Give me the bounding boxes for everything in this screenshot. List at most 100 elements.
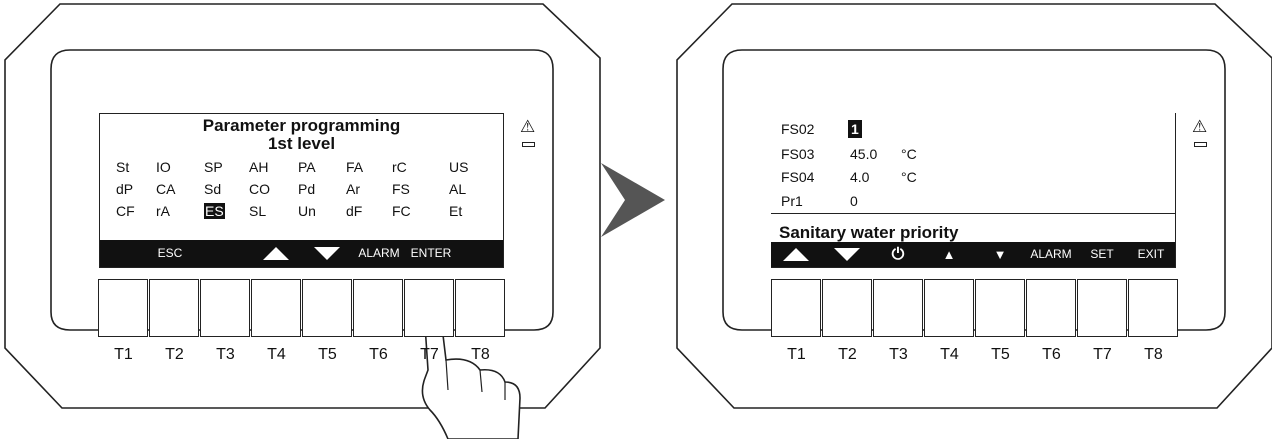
param-value-selected[interactable]: 1 xyxy=(848,120,862,138)
softkey-bar: ESC ALARM ENTER xyxy=(100,240,503,267)
param-PA[interactable]: PA xyxy=(298,158,338,176)
param-code: Pr1 xyxy=(781,193,803,209)
double-up-icon: ▲ xyxy=(942,247,956,262)
label-t7: T7 xyxy=(420,346,439,363)
softkey-up[interactable] xyxy=(771,242,821,269)
label-t7: T7 xyxy=(1093,346,1112,363)
parameter-description: Sanitary water priority xyxy=(779,223,959,242)
param-AH[interactable]: AH xyxy=(249,158,289,176)
label-t3: T3 xyxy=(216,346,235,363)
label-t8: T8 xyxy=(1144,346,1163,363)
param-CO[interactable]: CO xyxy=(249,180,289,198)
right-lcd-screen: FS02 1 FS03 45.0 °C FS04 4.0 °C Pr1 0 Sa… xyxy=(771,113,1176,268)
softkey-down[interactable] xyxy=(302,240,352,267)
label-t6: T6 xyxy=(1042,346,1061,363)
up-arrow-icon xyxy=(783,248,809,261)
button-t6[interactable] xyxy=(353,279,403,337)
softkey-power[interactable]: ⏻ xyxy=(873,242,923,269)
param-Un[interactable]: Un xyxy=(298,202,338,220)
param-dF[interactable]: dF xyxy=(346,202,386,220)
arrow-right-icon xyxy=(601,163,665,237)
softkey-alarm[interactable]: ALARM xyxy=(1026,242,1076,269)
screen-title: Parameter programming xyxy=(202,116,401,135)
button-t6[interactable] xyxy=(1026,279,1076,337)
label-t4: T4 xyxy=(267,346,286,363)
param-US[interactable]: US xyxy=(449,158,489,176)
right-button-row xyxy=(771,279,1179,337)
softkey-bar: ⏻ ▲ ▼ ALARM SET EXIT xyxy=(771,242,1175,267)
param-Ar[interactable]: Ar xyxy=(346,180,386,198)
param-rC[interactable]: rC xyxy=(392,158,432,176)
label-t5: T5 xyxy=(991,346,1010,363)
softkey-down[interactable] xyxy=(822,242,872,269)
label-t1: T1 xyxy=(114,346,133,363)
status-led xyxy=(1194,142,1207,147)
softkey-page-up[interactable]: ▲ xyxy=(924,242,974,269)
double-down-icon: ▼ xyxy=(993,247,1007,262)
param-value: 0 xyxy=(850,193,858,209)
softkey-set[interactable]: SET xyxy=(1077,242,1127,269)
button-t8[interactable] xyxy=(455,279,505,337)
param-FA[interactable]: FA xyxy=(346,158,386,176)
param-AL[interactable]: AL xyxy=(449,180,489,198)
button-t2[interactable] xyxy=(149,279,199,337)
param-code: FS04 xyxy=(781,169,815,185)
param-Sd[interactable]: Sd xyxy=(204,180,244,198)
softkey-esc[interactable]: ESC xyxy=(145,240,195,267)
param-code: FS03 xyxy=(781,146,815,162)
down-arrow-icon xyxy=(314,247,340,260)
softkey-page-down[interactable]: ▼ xyxy=(975,242,1025,269)
param-value: 45.0 xyxy=(850,146,878,162)
param-IO[interactable]: IO xyxy=(156,158,196,176)
screen-subtitle: 1st level xyxy=(267,134,336,153)
button-t8[interactable] xyxy=(1128,279,1178,337)
button-t1[interactable] xyxy=(771,279,821,337)
button-t5[interactable] xyxy=(975,279,1025,337)
param-SL[interactable]: SL xyxy=(249,202,289,220)
button-t1[interactable] xyxy=(98,279,148,337)
button-t4[interactable] xyxy=(251,279,301,337)
param-unit: °C xyxy=(901,146,917,162)
up-arrow-icon xyxy=(263,247,289,260)
label-t1: T1 xyxy=(787,346,806,363)
down-arrow-icon xyxy=(834,248,860,261)
param-value: 4.0 xyxy=(850,169,870,185)
left-button-row xyxy=(98,279,506,337)
param-ES-selected[interactable]: ES xyxy=(204,202,244,220)
button-t7[interactable] xyxy=(1077,279,1127,337)
left-button-labels: T1 T2 T3 T4 T5 T6 T7 T8 xyxy=(98,346,506,364)
button-t3[interactable] xyxy=(200,279,250,337)
param-Et[interactable]: Et xyxy=(449,202,489,220)
param-CF[interactable]: CF xyxy=(116,202,156,220)
param-FC[interactable]: FC xyxy=(392,202,432,220)
label-t5: T5 xyxy=(318,346,337,363)
param-SP[interactable]: SP xyxy=(204,158,244,176)
label-t6: T6 xyxy=(369,346,388,363)
status-led xyxy=(522,142,535,147)
right-button-labels: T1 T2 T3 T4 T5 T6 T7 T8 xyxy=(771,346,1179,364)
param-rA[interactable]: rA xyxy=(156,202,196,220)
button-t2[interactable] xyxy=(822,279,872,337)
button-t5[interactable] xyxy=(302,279,352,337)
button-t7[interactable] xyxy=(404,279,454,337)
divider xyxy=(771,213,1175,214)
param-CA[interactable]: CA xyxy=(156,180,196,198)
label-t2: T2 xyxy=(165,346,184,363)
left-lcd-screen: Parameter programming 1st level St IO SP… xyxy=(99,113,504,268)
param-dP[interactable]: dP xyxy=(116,180,156,198)
softkey-enter[interactable]: ENTER xyxy=(406,240,456,267)
param-FS[interactable]: FS xyxy=(392,180,432,198)
softkey-up[interactable] xyxy=(251,240,301,267)
label-t8: T8 xyxy=(471,346,490,363)
button-t4[interactable] xyxy=(924,279,974,337)
button-t3[interactable] xyxy=(873,279,923,337)
param-Pd[interactable]: Pd xyxy=(298,180,338,198)
label-t4: T4 xyxy=(940,346,959,363)
power-icon: ⏻ xyxy=(891,246,905,263)
softkey-alarm[interactable]: ALARM xyxy=(354,240,404,267)
param-code: FS02 xyxy=(781,121,815,137)
warning-icon: ⚠ xyxy=(520,117,536,136)
label-t3: T3 xyxy=(889,346,908,363)
softkey-exit[interactable]: EXIT xyxy=(1126,242,1176,269)
param-St[interactable]: St xyxy=(116,158,156,176)
